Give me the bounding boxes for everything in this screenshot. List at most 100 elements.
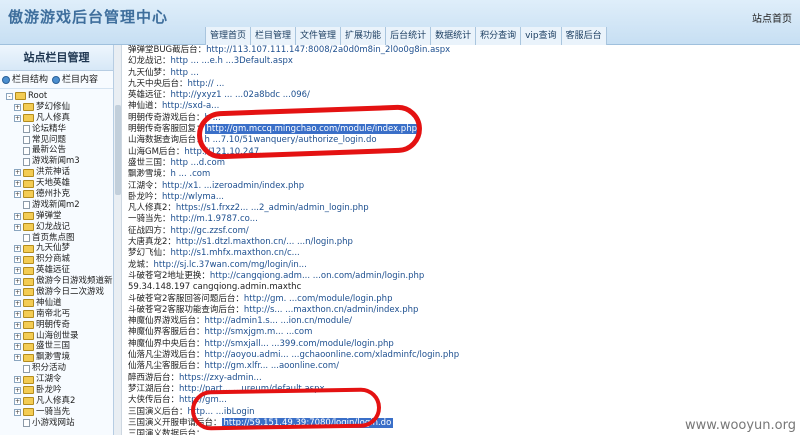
tree-item[interactable]: + 幻龙战记 [6, 222, 113, 233]
expand-icon[interactable]: + [14, 169, 21, 177]
tree-item[interactable]: + 德州扑克 [6, 189, 113, 200]
line-url[interactable]: http://sj.lc.37wan.com/mg/login/in... [154, 260, 307, 270]
expand-icon[interactable]: + [14, 343, 21, 351]
expand-icon[interactable]: + [14, 114, 21, 122]
nav-tab[interactable]: 客服后台 [560, 27, 607, 45]
tree-item[interactable]: + 一骑当先 [6, 407, 113, 418]
tree-item[interactable]: + 凡人修真2 [6, 396, 113, 407]
expand-icon[interactable]: + [14, 278, 21, 286]
line-url[interactable]: http://59.151.49.39:7080/login/login.do [221, 417, 394, 428]
tree-item[interactable]: + 九天仙梦 [6, 243, 113, 254]
line-url[interactable]: http://s1.dtzl.maxthon.cn/... ...n/login… [176, 237, 353, 247]
line-url[interactable]: http://yxyz1 ... ...02a8bdc ...096/ [171, 90, 310, 100]
tree-item[interactable]: + 英雄远征 [6, 265, 113, 276]
nav-tab[interactable]: 积分查询 [475, 27, 521, 45]
line-url[interactable]: http ... ...e.h ...3Default.aspx [171, 56, 293, 66]
tree-item[interactable]: + 神仙道 [6, 298, 113, 309]
line-url[interactable]: http://121.10.247... [184, 147, 267, 157]
tab-structure[interactable]: 栏目结构 [2, 71, 48, 88]
nav-tab[interactable]: 数据统计 [430, 27, 476, 45]
line-url[interactable]: http://sxd-a... [162, 101, 219, 111]
line-url[interactable]: http://s1.mhfx.maxthon.cn/c... [171, 248, 300, 258]
tree-item[interactable]: + 凡人修真 [6, 113, 113, 124]
line-url[interactable]: http://gm.xlfr... ...aoonline.com/ [205, 361, 340, 371]
expand-icon[interactable]: + [14, 332, 21, 340]
line-url[interactable]: h ...7.10/51wanquery/authorize_login.do [205, 135, 377, 145]
tree-item[interactable]: 小游戏网站 [6, 418, 113, 429]
line-url[interactable]: http://113.107.111.147:8008/2a0d0m8in_2l… [206, 45, 450, 55]
line-url[interactable]: https://s1.frxz2... ...2_admin/admin_log… [176, 203, 369, 213]
tree-item[interactable]: + 梦幻修仙 [6, 102, 113, 113]
tree-item[interactable]: 最新公告 [6, 145, 113, 156]
expand-icon[interactable]: + [14, 223, 21, 231]
line-url[interactable]: http ...d.com [171, 158, 226, 168]
expand-icon[interactable]: + [14, 408, 21, 416]
expand-icon[interactable]: + [14, 256, 21, 264]
expand-icon[interactable]: + [14, 103, 21, 111]
tree-item[interactable]: + 天地英雄 [6, 178, 113, 189]
line-url[interactable]: http://gm.mccq.mingchao.com/module/index… [204, 124, 419, 135]
expand-icon[interactable]: + [14, 376, 21, 384]
expand-icon[interactable]: + [14, 212, 21, 220]
tree-item[interactable]: + 明朝传奇 [6, 320, 113, 331]
tree-item[interactable]: 积分活动 [6, 363, 113, 374]
expand-icon[interactable]: + [14, 190, 21, 198]
line-url[interactable]: http://gm. ...com/module/login.php [244, 294, 393, 304]
tree-item[interactable]: 游戏新闻m2 [6, 200, 113, 211]
tree-item[interactable]: + 江湖令 [6, 374, 113, 385]
line-url[interactable]: https://zxy-admin... [179, 373, 262, 383]
tree-item[interactable]: 首页焦点图 [6, 233, 113, 244]
line-url[interactable]: http://aoyou.admi... ...gchaoonline.com/… [205, 350, 460, 360]
line-url[interactable]: http://m.1.9787.co... [171, 214, 258, 224]
line-url[interactable]: http... ...ibLogin [188, 407, 255, 417]
tree-item[interactable]: + 山海创世录 [6, 331, 113, 342]
nav-tab[interactable]: 后台统计 [385, 27, 431, 45]
tree-item[interactable]: + 盛世三国 [6, 341, 113, 352]
line-url[interactable]: http://s... ...maxthon.cn/admin/index.ph… [244, 305, 418, 315]
tree-item[interactable]: + 弹弹堂 [6, 211, 113, 222]
line-url[interactable]: h ... .com [171, 169, 211, 179]
line-url[interactable]: http://smxjgm.m... ...com [205, 327, 313, 337]
tree-item[interactable]: 论坛精华 [6, 124, 113, 135]
tree-item[interactable]: + 洪荒神话 [6, 167, 113, 178]
expand-icon[interactable]: + [14, 288, 21, 296]
sidebar-scrollbar[interactable] [114, 45, 122, 435]
expand-icon[interactable]: + [14, 310, 21, 318]
line-url[interactable]: http ... [171, 68, 199, 78]
line-url[interactable]: http://wlyma... [162, 192, 224, 202]
collapse-icon[interactable]: - [6, 92, 13, 100]
line-url[interactable]: http://part... ...ureum/default.aspx [179, 384, 325, 394]
expand-icon[interactable]: + [14, 299, 21, 307]
tree-item[interactable]: + 南帝北丐 [6, 309, 113, 320]
expand-icon[interactable]: + [14, 386, 21, 394]
scroll-thumb[interactable] [115, 105, 121, 195]
nav-tab[interactable]: 栏目管理 [250, 27, 296, 45]
nav-tab[interactable]: 扩展功能 [340, 27, 386, 45]
tree-item[interactable]: 常见问题 [6, 135, 113, 146]
line-url[interactable]: http://cangqiong.adm... ...on.com/admin/… [210, 271, 424, 281]
nav-tab[interactable]: vip查询 [520, 27, 561, 45]
expand-icon[interactable]: + [14, 180, 21, 188]
nav-tab[interactable]: 文件管理 [295, 27, 341, 45]
expand-icon[interactable]: + [14, 267, 21, 275]
tree-item[interactable]: + 卧龙吟 [6, 385, 113, 396]
line-url[interactable]: http://smxjall... ...399.com/module/logi… [205, 339, 394, 349]
tree-item[interactable]: + 傲游今日二次游戏 [6, 287, 113, 298]
tree-item[interactable]: + 飘渺雪境 [6, 352, 113, 363]
tab-content[interactable]: 栏目内容 [52, 71, 98, 88]
line-url[interactable]: h ... [205, 113, 221, 123]
nav-tab[interactable]: 管理首页 [205, 27, 251, 45]
expand-icon[interactable]: + [14, 354, 21, 362]
line-url[interactable]: http://gc.zzsf.com/ [171, 226, 249, 236]
line-url[interactable]: http://x1. ...izeroadmin/index.php [162, 181, 304, 191]
expand-icon[interactable]: + [14, 245, 21, 253]
tree-item[interactable]: - Root [6, 91, 113, 102]
line-url[interactable]: http://gm... [179, 395, 227, 405]
line-url[interactable]: http://admin1.s... ...ion.cn/module/ [205, 316, 352, 326]
line-url[interactable]: http:// ... [188, 79, 225, 89]
expand-icon[interactable]: + [14, 397, 21, 405]
tree-item[interactable]: + 傲游今日游戏频道新 [6, 276, 113, 287]
tree-item[interactable]: 游戏新闻m3 [6, 156, 113, 167]
home-link[interactable]: 站点首页 [752, 10, 792, 25]
tree-item[interactable]: + 积分商城 [6, 254, 113, 265]
